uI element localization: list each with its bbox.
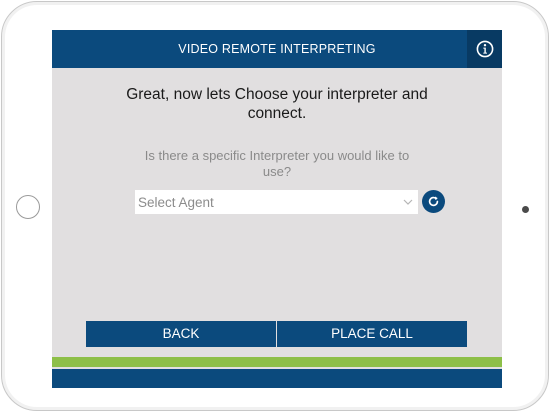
select-agent-dropdown[interactable]: Select Agent bbox=[135, 190, 418, 214]
interpreter-question: Is there a specific Interpreter you woul… bbox=[144, 148, 410, 179]
camera-dot bbox=[522, 206, 529, 213]
info-button[interactable] bbox=[467, 30, 502, 68]
place-call-button[interactable]: PLACE CALL bbox=[277, 321, 467, 347]
accent-bar bbox=[52, 357, 502, 367]
chevron-down-icon bbox=[398, 199, 418, 205]
main-heading: Great, now lets Choose your interpreter … bbox=[126, 86, 428, 122]
app-screen: VIDEO REMOTE INTERPRETING Great, now let… bbox=[52, 30, 502, 388]
tablet-frame: VIDEO REMOTE INTERPRETING Great, now let… bbox=[1, 1, 549, 411]
refresh-icon bbox=[428, 196, 439, 207]
header-bar: VIDEO REMOTE INTERPRETING bbox=[52, 30, 502, 68]
home-button[interactable] bbox=[16, 195, 40, 219]
refresh-button[interactable] bbox=[422, 190, 445, 213]
page-title: VIDEO REMOTE INTERPRETING bbox=[178, 42, 376, 56]
info-circle-icon bbox=[476, 40, 493, 58]
select-agent-placeholder: Select Agent bbox=[138, 194, 214, 210]
footer-bar bbox=[52, 369, 502, 388]
back-button[interactable]: BACK bbox=[86, 321, 276, 347]
